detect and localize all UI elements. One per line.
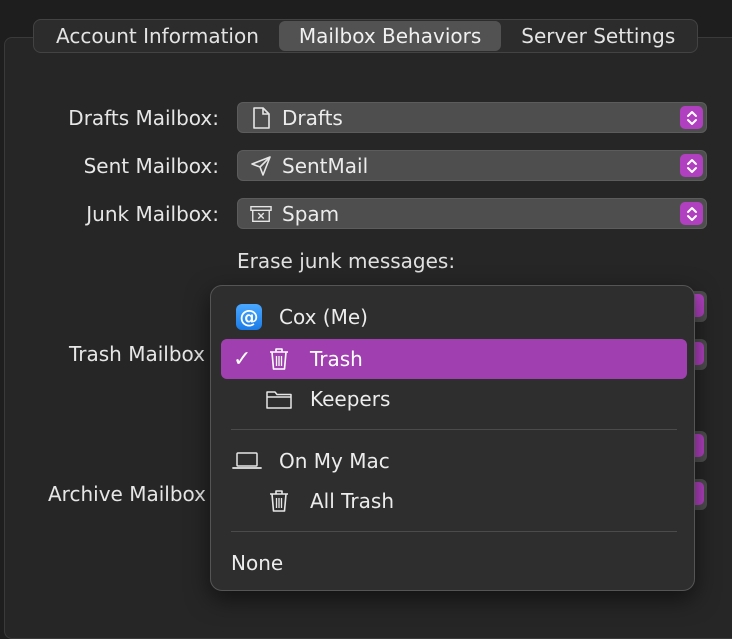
menu-item-none[interactable]: None <box>221 543 687 583</box>
tab-bar: Account Information Mailbox Behaviors Se… <box>33 19 699 53</box>
folder-icon <box>265 385 293 413</box>
menu-item-all-trash[interactable]: All Trash <box>221 481 687 521</box>
sent-mailbox-select[interactable]: SentMail <box>237 150 707 181</box>
document-icon <box>250 106 272 129</box>
paper-plane-icon <box>250 155 272 177</box>
menu-item-label: Keepers <box>310 387 391 411</box>
drafts-mailbox-value: Drafts <box>282 105 343 130</box>
menu-account-label: Cox (Me) <box>279 305 368 329</box>
trash-icon <box>265 345 293 373</box>
trash-mailbox-label: Trash Mailbox <box>69 342 205 366</box>
menu-account-label: On My Mac <box>279 449 390 473</box>
menu-item-label: All Trash <box>310 489 395 513</box>
menu-separator <box>231 429 677 430</box>
menu-account-cox: @ Cox (Me) <box>221 297 687 337</box>
chevron-updown-icon <box>680 202 703 225</box>
junk-box-icon <box>250 203 272 225</box>
chevron-updown-icon <box>680 106 703 129</box>
menu-separator <box>231 531 677 532</box>
junk-mailbox-label: Junk Mailbox: <box>86 202 219 226</box>
tab-server-settings[interactable]: Server Settings <box>501 21 695 51</box>
sent-mailbox-label: Sent Mailbox: <box>83 154 219 178</box>
junk-mailbox-value: Spam <box>282 201 340 226</box>
menu-account-on-my-mac: On My Mac <box>221 441 687 481</box>
checkmark-icon: ✓ <box>233 346 252 372</box>
tab-mailbox-behaviors[interactable]: Mailbox Behaviors <box>278 21 502 51</box>
trash-icon <box>265 487 293 515</box>
junk-mailbox-select[interactable]: Spam <box>237 198 707 229</box>
drafts-mailbox-label: Drafts Mailbox: <box>68 106 219 130</box>
at-sign-icon: @ <box>235 303 263 331</box>
tab-account-information[interactable]: Account Information <box>36 21 279 51</box>
menu-item-label: Trash <box>310 347 363 371</box>
laptop-icon <box>231 447 263 475</box>
chevron-updown-icon <box>680 154 703 177</box>
archive-mailbox-label: Archive Mailbox <box>48 482 206 506</box>
erase-junk-label: Erase junk messages: <box>237 249 456 273</box>
menu-item-trash[interactable]: ✓ Trash <box>221 339 687 379</box>
trash-mailbox-menu: @ Cox (Me) ✓ Trash Keepers On My Mac All… <box>210 285 695 591</box>
menu-item-keepers[interactable]: Keepers <box>221 379 687 419</box>
menu-item-label: None <box>231 551 284 575</box>
sent-mailbox-value: SentMail <box>282 153 369 178</box>
drafts-mailbox-select[interactable]: Drafts <box>237 102 707 133</box>
